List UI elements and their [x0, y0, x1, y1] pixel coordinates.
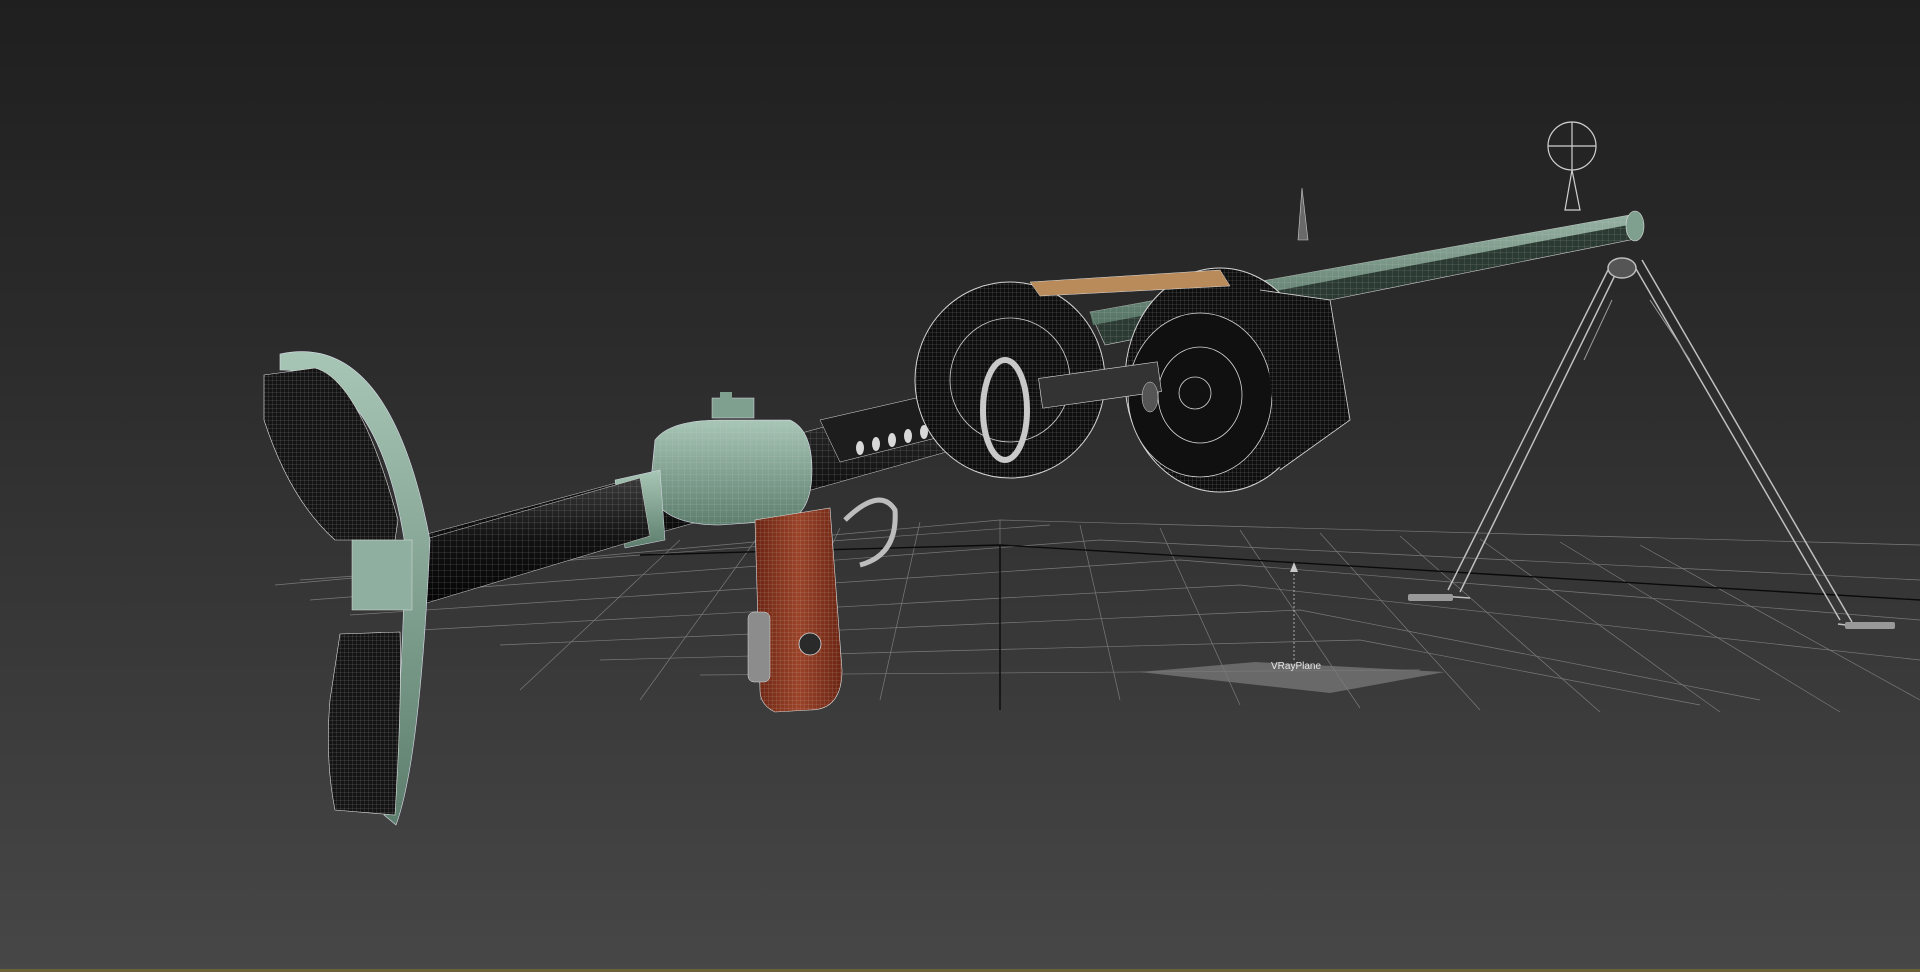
scene-canvas[interactable] — [0, 0, 1920, 972]
front-sight — [1547, 121, 1597, 211]
front-housing[interactable] — [649, 392, 813, 526]
drum-magazine[interactable] — [914, 267, 1351, 493]
butt-stock[interactable] — [263, 351, 431, 826]
bipod[interactable] — [1439, 257, 1871, 629]
3d-viewport[interactable]: VRayPlane — [0, 0, 1920, 972]
pistol-grip[interactable] — [747, 507, 843, 713]
trigger-guard — [843, 497, 898, 568]
vray-plane[interactable] — [1140, 562, 1445, 693]
rear-sight — [1297, 187, 1309, 241]
stock-shaft[interactable] — [404, 477, 651, 606]
vray-plane-label[interactable]: VRayPlane — [1271, 661, 1321, 672]
